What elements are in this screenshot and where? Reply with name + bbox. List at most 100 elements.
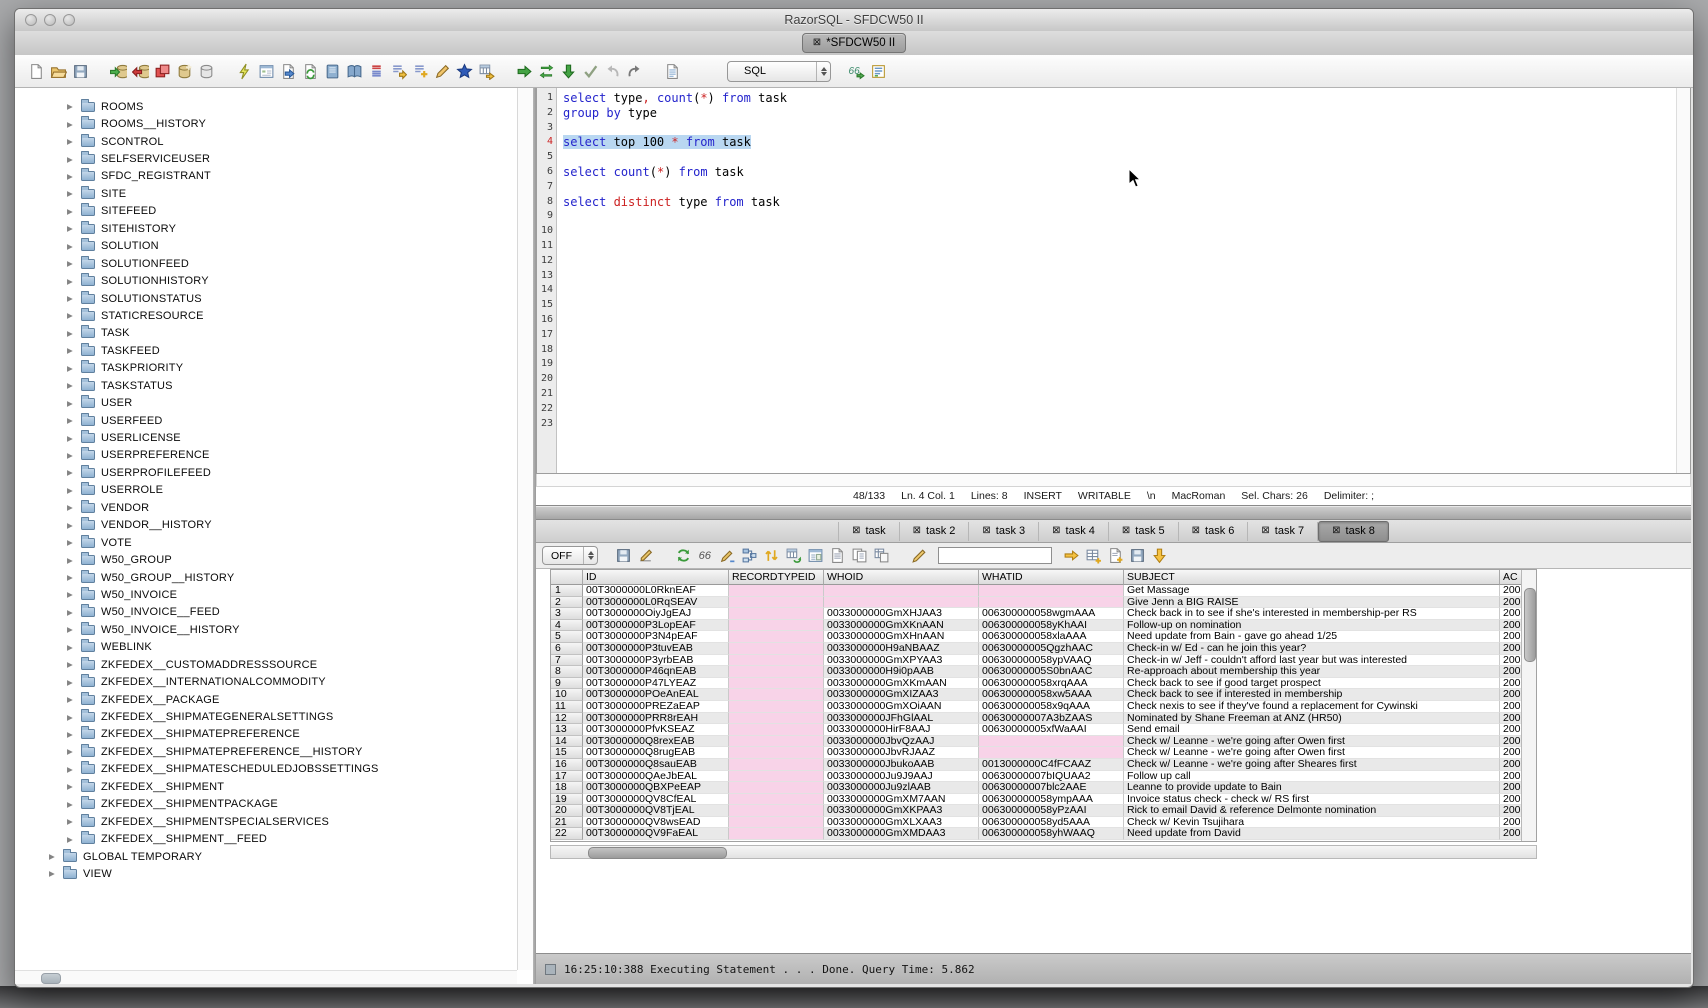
sidebar-item[interactable]: ▶W50_INVOICE__HISTORY xyxy=(15,621,516,638)
describe-table-icon[interactable] xyxy=(256,61,276,81)
table-cell[interactable]: 200 xyxy=(1500,782,1521,794)
table-cell[interactable]: 0033000000Ju9J9AAJ xyxy=(824,771,979,783)
table-cell[interactable]: 00T3000000Q8rugEAB xyxy=(583,747,729,759)
table-cell[interactable]: 0033000000H9aNBAAZ xyxy=(824,643,979,655)
export-icon[interactable] xyxy=(388,61,408,81)
column-header[interactable]: SUBJECT xyxy=(1124,570,1500,585)
table-cell[interactable]: 006300000058yKhAAI xyxy=(979,620,1124,632)
table-row[interactable]: 1900T3000000QV8CfEAL0033000000GmXM7AAN00… xyxy=(551,794,1536,806)
table-cell[interactable] xyxy=(729,794,824,806)
sidebar-item[interactable]: ▶SOLUTIONHISTORY xyxy=(15,272,516,289)
table-cell[interactable] xyxy=(729,713,824,725)
sidebar-item[interactable]: ▶ROOMS__HISTORY xyxy=(15,115,516,132)
sidebar-item[interactable]: ▶SOLUTIONSTATUS xyxy=(15,290,516,307)
table-cell[interactable] xyxy=(979,736,1124,748)
code-line[interactable] xyxy=(563,224,1675,239)
open-file-icon[interactable] xyxy=(48,61,68,81)
table-cell[interactable]: 00T3000000PRR8rEAH xyxy=(583,713,729,725)
row-number[interactable]: 2 xyxy=(551,597,583,609)
table-row[interactable]: 300T3000000OiyJgEAJ0033000000GmXHJAA3006… xyxy=(551,608,1536,620)
table-cell[interactable] xyxy=(729,689,824,701)
result-tab[interactable]: ⊠task 2 xyxy=(900,522,970,541)
table-row[interactable]: 200T3000000L0RqSEAVGive Jenn a BIG RAISE… xyxy=(551,597,1536,609)
table-cell[interactable]: Check-in w/ Jeff - couldn't afford last … xyxy=(1124,655,1500,667)
table-row[interactable]: 2100T3000000QV8wsEAD0033000000GmXLXAA300… xyxy=(551,817,1536,829)
table-row[interactable]: 600T3000000P3tuvEAB0033000000H9aNBAAZ006… xyxy=(551,643,1536,655)
table-row[interactable]: 100T3000000L0RknEAFGet Massage200 xyxy=(551,585,1536,597)
expand-arrow-icon[interactable]: ▶ xyxy=(67,625,81,634)
table-cell[interactable]: 00T3000000QAeJbEAL xyxy=(583,771,729,783)
editor-code[interactable]: select type, count(*) from taskgroup by … xyxy=(558,88,1675,473)
outline-icon[interactable] xyxy=(868,61,888,81)
sidebar-item[interactable]: ▶ZKFEDEX__SHIPMATEPREFERENCE xyxy=(15,726,516,743)
table-cell[interactable] xyxy=(729,643,824,655)
table-cell[interactable]: 00T3000000P47LYEAZ xyxy=(583,678,729,690)
sidebar-item[interactable]: ▶USERPROFILEFEED xyxy=(15,464,516,481)
edit-results-icon[interactable] xyxy=(635,546,655,566)
expand-arrow-icon[interactable]: ▶ xyxy=(67,451,81,460)
code-line[interactable] xyxy=(563,209,1675,224)
expand-arrow-icon[interactable]: ▶ xyxy=(67,311,81,320)
sidebar-horizontal-scrollbar[interactable] xyxy=(15,970,517,984)
table-cell[interactable]: 200 xyxy=(1500,713,1521,725)
table-cell[interactable]: Check nexis to see if they've found a re… xyxy=(1124,701,1500,713)
expand-arrow-icon[interactable]: ▶ xyxy=(67,713,81,722)
table-cell[interactable] xyxy=(729,736,824,748)
table-cell[interactable]: 0033000000GmXPYAA3 xyxy=(824,655,979,667)
sidebar-item[interactable]: ▶STATICRESOURCE xyxy=(15,307,516,324)
arrows-swap-icon[interactable] xyxy=(536,61,556,81)
table-cell[interactable]: 00T3000000P3LopEAF xyxy=(583,620,729,632)
row-number[interactable]: 22 xyxy=(551,828,583,840)
expand-arrow-icon[interactable]: ▶ xyxy=(67,678,81,687)
table-cell[interactable] xyxy=(979,597,1124,609)
table-cell[interactable]: 0033000000GmXM7AAN xyxy=(824,794,979,806)
table-row[interactable]: 1300T3000000PfvKSEAZ0033000000HirF8AAJ00… xyxy=(551,724,1536,736)
table-row[interactable]: 1400T3000000Q8rexEAB0033000000JbvQzAAJCh… xyxy=(551,736,1536,748)
table-row[interactable]: 1000T3000000POeAnEAL0033000000GmXIZAA300… xyxy=(551,689,1536,701)
expand-arrow-icon[interactable]: ▶ xyxy=(49,852,63,861)
table-cell[interactable]: 00T3000000QV8CfEAL xyxy=(583,794,729,806)
close-tab-icon[interactable]: ⊠ xyxy=(813,38,821,48)
code-line[interactable] xyxy=(563,283,1675,298)
results-search-input[interactable] xyxy=(938,547,1052,564)
expand-arrow-icon[interactable]: ▶ xyxy=(67,434,81,443)
sidebar-item[interactable]: ▶TASK xyxy=(15,325,516,342)
column-header[interactable]: WHOID xyxy=(824,570,979,585)
table-cell[interactable]: 00T3000000L0RknEAF xyxy=(583,585,729,597)
sidebar-item[interactable]: ▶SITE xyxy=(15,185,516,202)
insert-row-icon[interactable] xyxy=(1083,546,1103,566)
table-cell[interactable]: 200 xyxy=(1500,794,1521,806)
table-cell[interactable] xyxy=(824,585,979,597)
sidebar-item[interactable]: ▶ZKFEDEX__SHIPMATESCHEDULEDJOBSSETTINGS xyxy=(15,761,516,778)
table-cell[interactable]: Check-in w/ Ed - can he join this year? xyxy=(1124,643,1500,655)
sidebar-item[interactable]: ▶SITEHISTORY xyxy=(15,220,516,237)
table-cell[interactable]: 0033000000Ju9zlAAB xyxy=(824,782,979,794)
sidebar-item[interactable]: ▶TASKFEED xyxy=(15,342,516,359)
close-tab-icon[interactable]: ⊠ xyxy=(913,526,921,536)
expand-arrow-icon[interactable]: ▶ xyxy=(67,730,81,739)
table-cell[interactable]: 00T3000000POeAnEAL xyxy=(583,689,729,701)
table-row[interactable]: 500T3000000P3N4pEAF0033000000GmXHnAAN006… xyxy=(551,631,1536,643)
expand-arrow-icon[interactable]: ▶ xyxy=(67,486,81,495)
edit-notes-icon[interactable] xyxy=(1105,546,1125,566)
close-tab-icon[interactable]: ⊠ xyxy=(1052,526,1060,536)
row-number[interactable]: 1 xyxy=(551,585,583,597)
result-tab[interactable]: ⊠task 7 xyxy=(1248,522,1318,541)
sidebar-item[interactable]: ▶ZKFEDEX__SHIPMENTSPECIALSERVICES xyxy=(15,813,516,830)
row-number[interactable]: 15 xyxy=(551,747,583,759)
expand-arrow-icon[interactable]: ▶ xyxy=(67,207,81,216)
table-cell[interactable]: Nominated by Shane Freeman at ANZ (HR50) xyxy=(1124,713,1500,725)
sidebar-item[interactable]: ▶ZKFEDEX__SHIPMATEGENERALSETTINGS xyxy=(15,708,516,725)
database-icon[interactable] xyxy=(196,61,216,81)
sidebar-item[interactable]: ▶ZKFEDEX__CUSTOMADDRESSSOURCE xyxy=(15,656,516,673)
expand-arrow-icon[interactable]: ▶ xyxy=(67,782,81,791)
sidebar-item[interactable]: ▶WEBLINK xyxy=(15,639,516,656)
expand-arrow-icon[interactable]: ▶ xyxy=(67,643,81,652)
table-cell[interactable]: 200 xyxy=(1500,597,1521,609)
scrollbar-thumb[interactable] xyxy=(588,847,727,859)
sidebar-vertical-scrollbar[interactable] xyxy=(517,88,533,970)
table-cell[interactable]: 0033000000JbvQzAAJ xyxy=(824,736,979,748)
row-number[interactable]: 9 xyxy=(551,678,583,690)
filter-mode-select[interactable]: OFF xyxy=(542,546,598,565)
table-cell[interactable]: 00630000005S0bnAAC xyxy=(979,666,1124,678)
